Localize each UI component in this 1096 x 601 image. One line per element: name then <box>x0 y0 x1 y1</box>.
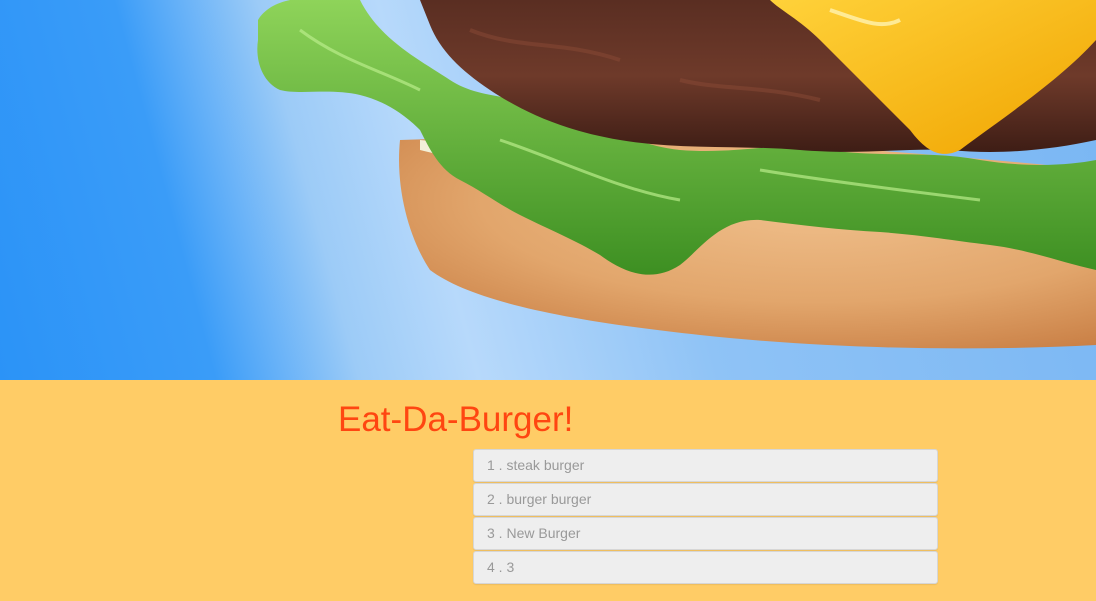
burger-list: 1 . steak burger 2 . burger burger 3 . N… <box>473 449 938 585</box>
burger-name: 3 <box>506 559 515 575</box>
burger-item[interactable]: 1 . steak burger <box>473 449 938 482</box>
burger-name: steak burger <box>506 457 585 473</box>
burger-photo <box>257 0 1096 349</box>
burger-separator: . <box>494 525 507 541</box>
main-section: Eat-Da-Burger! 1 . steak burger 2 . burg… <box>0 380 1096 601</box>
burger-id: 3 <box>487 525 495 541</box>
burger-id: 1 <box>487 457 495 473</box>
hero-banner <box>0 0 1096 380</box>
burger-item[interactable]: 2 . burger burger <box>473 483 938 516</box>
burger-item[interactable]: 4 . 3 <box>473 551 938 584</box>
burger-item[interactable]: 3 . New Burger <box>473 517 938 550</box>
burger-id: 4 <box>487 559 495 575</box>
page-title: Eat-Da-Burger! <box>338 400 574 439</box>
burger-id: 2 <box>487 491 495 507</box>
burger-separator: . <box>494 559 507 575</box>
burger-name: burger burger <box>506 491 592 507</box>
burger-name: New Burger <box>506 525 581 541</box>
burger-separator: . <box>494 491 507 507</box>
burger-separator: . <box>494 457 507 473</box>
